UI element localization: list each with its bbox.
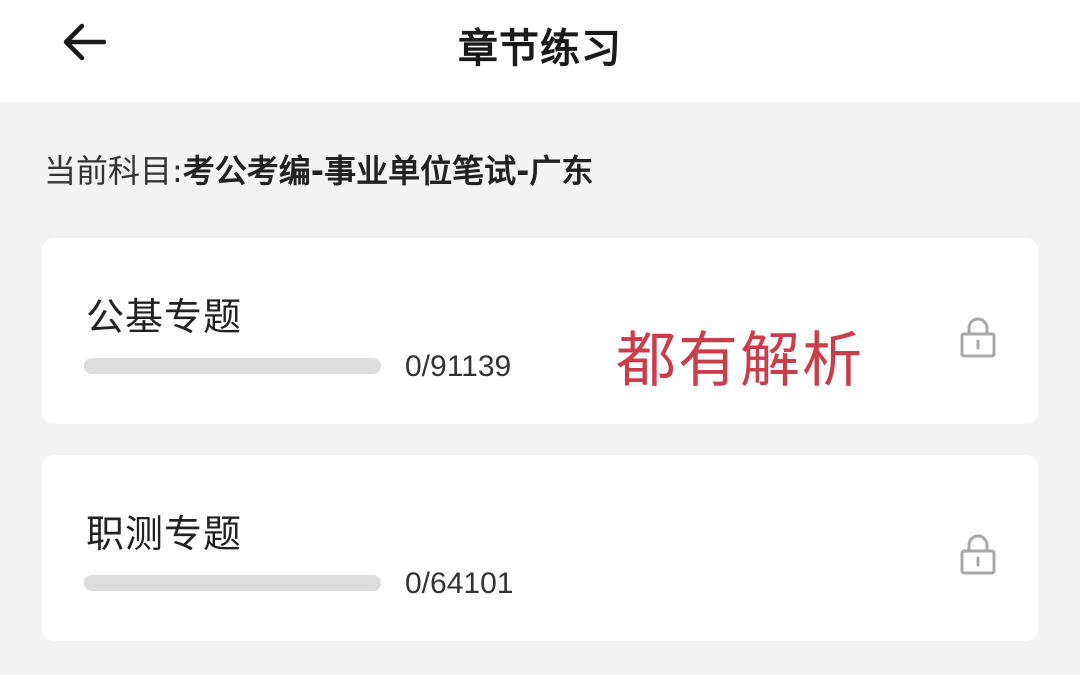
- progress-bar: [84, 575, 381, 591]
- progress-count: 0/64101: [405, 567, 514, 600]
- current-subject: 当前科目:考公考编-事业单位笔试-广东: [44, 146, 593, 192]
- annotation-overlay: 都有解析: [616, 326, 864, 396]
- lock-icon: [960, 317, 996, 358]
- chapter-title: 职测专题: [86, 512, 243, 556]
- lock-button[interactable]: [958, 533, 998, 577]
- chapter-card-zhice[interactable]: 职测专题 0/64101: [42, 455, 1038, 641]
- chapter-card-gongji[interactable]: 公基专题 0/91139: [42, 238, 1038, 424]
- chapter-title: 公基专题: [86, 295, 243, 339]
- current-subject-value: 考公考编-事业单位笔试-广东: [182, 152, 594, 190]
- top-app-bar: 章节练习: [0, 0, 1080, 102]
- lock-button[interactable]: [958, 316, 998, 360]
- current-subject-label: 当前科目:: [44, 152, 183, 190]
- progress-bar: [84, 358, 381, 374]
- progress-count: 0/91139: [405, 350, 512, 383]
- lock-icon: [960, 534, 996, 575]
- page-title: 章节练习: [458, 26, 622, 72]
